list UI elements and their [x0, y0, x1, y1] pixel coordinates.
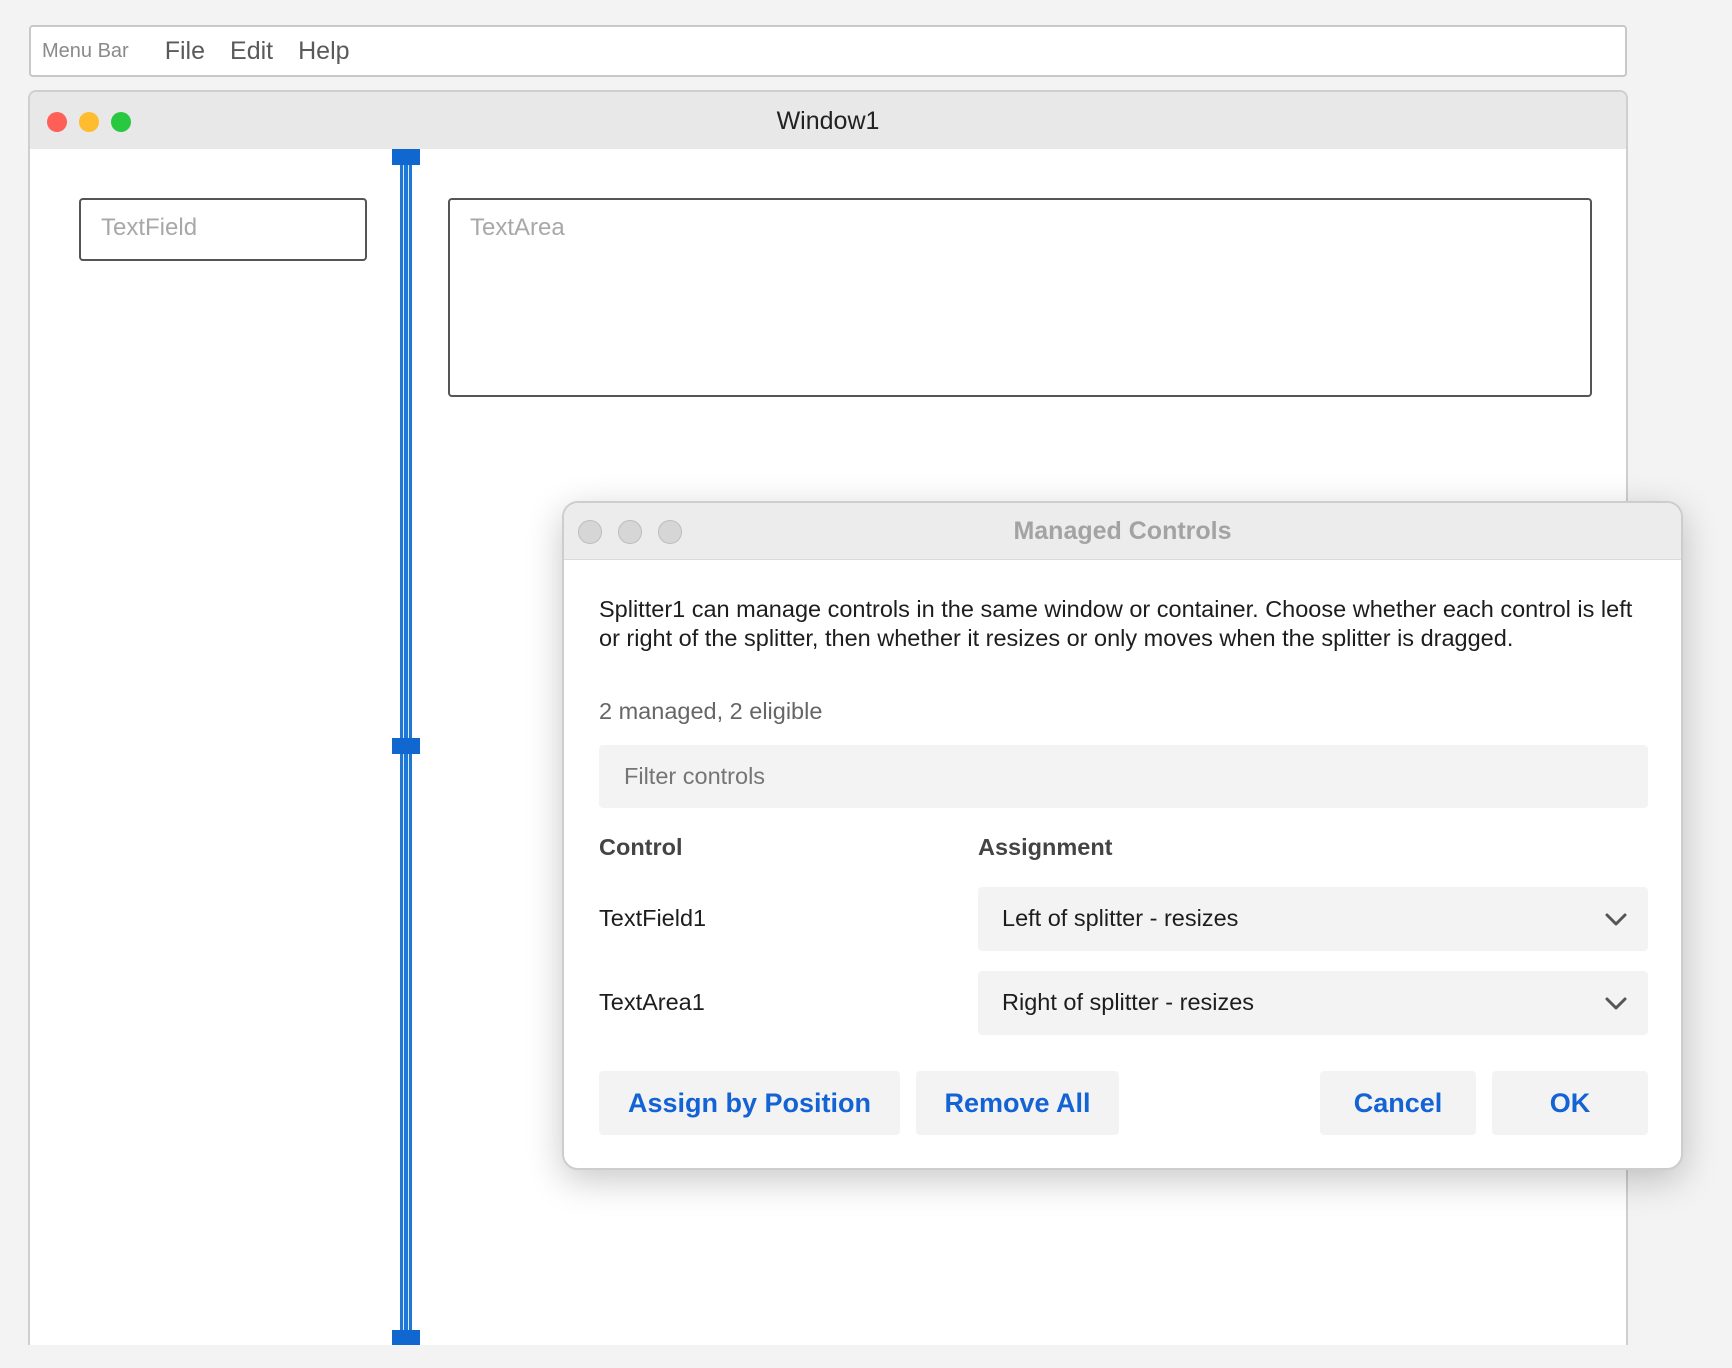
splitter-handle-bottom[interactable] — [392, 1330, 420, 1345]
menu-help[interactable]: Help — [298, 37, 349, 66]
menu-file[interactable]: File — [165, 37, 205, 66]
textfield-control[interactable]: TextField — [79, 198, 367, 261]
row-control-textfield1: TextField1 — [599, 905, 707, 931]
remove-all-button[interactable]: Remove All — [916, 1071, 1119, 1135]
column-header-control: Control — [599, 834, 683, 860]
menu-edit[interactable]: Edit — [230, 37, 273, 66]
ok-button[interactable]: OK — [1492, 1071, 1648, 1135]
window-title: Window1 — [776, 107, 880, 135]
textfield-placeholder: TextField — [101, 214, 198, 241]
splitter-handle-middle[interactable] — [392, 738, 420, 754]
column-header-assignment: Assignment — [978, 834, 1113, 860]
dialog-titlebar[interactable]: Managed Controls — [564, 503, 1681, 560]
assignment-select-textarea1[interactable]: Right of splitter - resizes — [978, 971, 1648, 1035]
menu-bar-label: Menu Bar — [42, 39, 129, 62]
splitter-handle-top[interactable] — [392, 149, 420, 165]
cancel-button[interactable]: Cancel — [1320, 1071, 1476, 1135]
textarea-control[interactable]: TextArea — [448, 198, 1592, 397]
assignment-select-textfield1[interactable]: Left of splitter - resizes — [978, 887, 1648, 951]
textarea-placeholder: TextArea — [470, 214, 565, 241]
assignment-value-textarea1: Right of splitter - resizes — [1002, 989, 1255, 1015]
dialog-description: Splitter1 can manage controls in the sam… — [599, 596, 1633, 651]
managed-controls-dialog: Managed Controls Splitter1 can manage co… — [562, 501, 1683, 1170]
row-control-textarea1: TextArea1 — [599, 989, 705, 1015]
chevron-down-icon — [1605, 913, 1627, 926]
chevron-down-icon — [1605, 997, 1627, 1010]
menu-bar: Menu Bar File Edit Help — [29, 25, 1627, 77]
assignment-value-textfield1: Left of splitter - resizes — [1002, 905, 1239, 931]
window-titlebar[interactable]: Window1 — [30, 92, 1626, 149]
assign-by-position-button[interactable]: Assign by Position — [599, 1071, 900, 1135]
dialog-title: Managed Controls — [1013, 517, 1232, 545]
filter-input[interactable] — [599, 745, 1648, 808]
managed-count: 2 managed, 2 eligible — [599, 698, 823, 724]
